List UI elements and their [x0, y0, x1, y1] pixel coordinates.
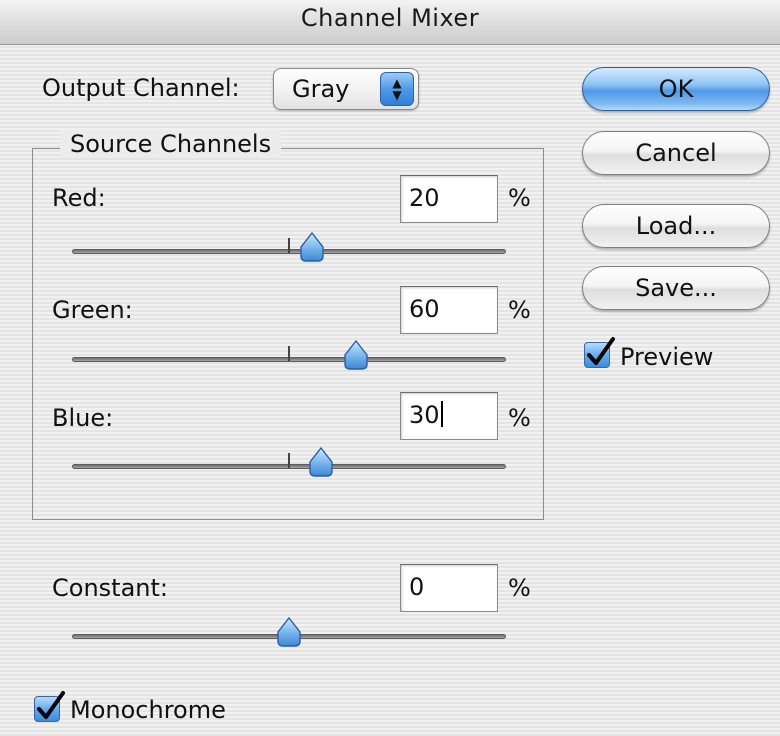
blue-slider-thumb[interactable]	[309, 447, 333, 477]
green-slider-thumb[interactable]	[344, 340, 368, 370]
up-down-arrows-icon: ▲ ▼	[380, 72, 414, 106]
blue-value-text: 30	[409, 401, 440, 429]
green-label: Green:	[52, 296, 133, 324]
blue-percent-unit: %	[508, 404, 531, 432]
text-caret	[440, 401, 443, 427]
output-channel-value: Gray	[292, 75, 350, 103]
checkmark-icon	[587, 337, 615, 365]
blue-value: 30	[409, 401, 443, 429]
red-percent-unit: %	[508, 184, 531, 212]
preview-checkbox[interactable]	[584, 337, 615, 368]
red-value: 20	[409, 184, 440, 212]
red-slider-thumb[interactable]	[300, 232, 324, 262]
constant-slider-thumb[interactable]	[277, 617, 301, 647]
constant-value-field[interactable]: 0	[400, 564, 498, 612]
red-label: Red:	[52, 184, 106, 212]
constant-label: Constant:	[52, 574, 168, 602]
output-channel-select[interactable]: Gray ▲ ▼	[273, 68, 419, 110]
checkmark-icon	[37, 691, 65, 719]
blue-slider-center-tick	[288, 453, 290, 468]
blue-value-field[interactable]: 30	[400, 392, 498, 440]
green-percent-unit: %	[508, 296, 531, 324]
source-channels-legend: Source Channels	[60, 130, 282, 158]
red-slider-center-tick	[288, 238, 290, 253]
green-value: 60	[409, 295, 440, 323]
red-value-field[interactable]: 20	[400, 175, 498, 223]
save-button[interactable]: Save...	[582, 266, 770, 310]
output-channel-label: Output Channel:	[42, 74, 240, 102]
monochrome-label: Monochrome	[70, 696, 226, 724]
constant-value: 0	[409, 573, 425, 601]
blue-label: Blue:	[52, 404, 114, 432]
constant-percent-unit: %	[508, 574, 531, 602]
ok-button[interactable]: OK	[582, 67, 770, 111]
cancel-button[interactable]: Cancel	[582, 131, 770, 175]
preview-label: Preview	[620, 343, 714, 371]
title-bar[interactable]: Channel Mixer	[0, 0, 780, 45]
green-slider-center-tick	[288, 346, 290, 361]
green-value-field[interactable]: 60	[400, 286, 498, 334]
load-button[interactable]: Load...	[582, 204, 770, 248]
monochrome-checkbox[interactable]	[34, 691, 65, 722]
window-title: Channel Mixer	[300, 4, 480, 32]
